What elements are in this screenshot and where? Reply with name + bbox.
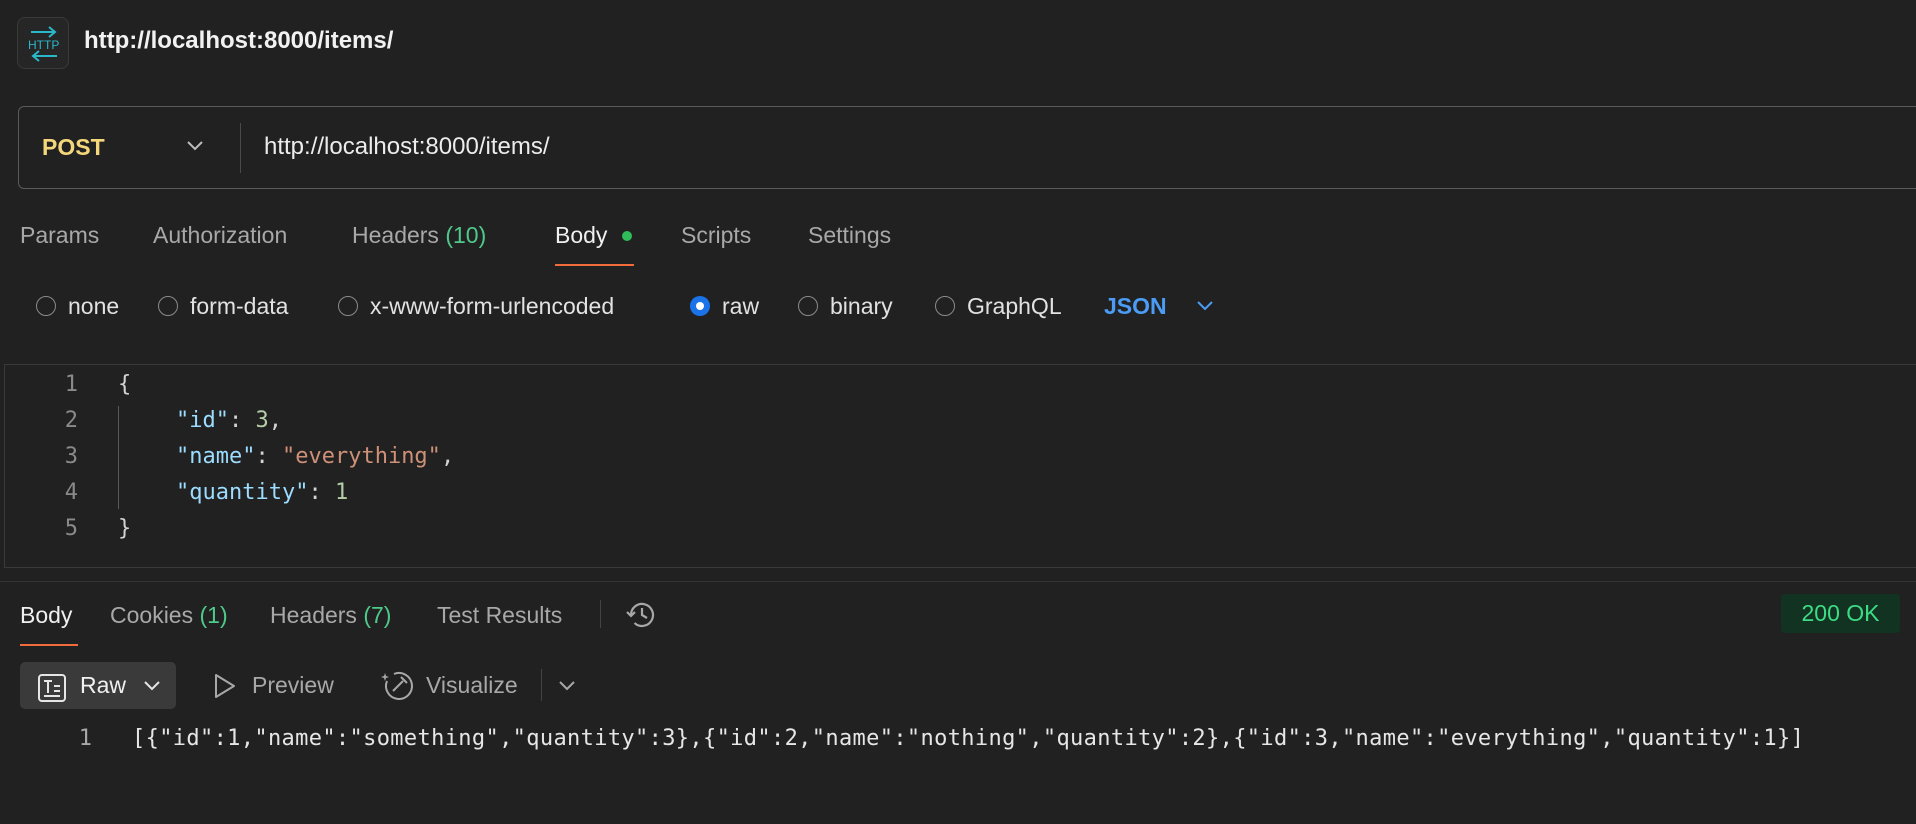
response-tab-cookies-count: (1) <box>199 602 228 628</box>
json-colon: : <box>255 444 282 469</box>
radio-none[interactable]: none <box>36 293 119 323</box>
radio-raw[interactable]: raw <box>690 293 759 323</box>
history-icon[interactable] <box>625 598 659 637</box>
chevron-down-icon[interactable] <box>558 679 576 697</box>
http-icon: HTTP <box>17 17 69 69</box>
code-line-5: } <box>118 516 132 541</box>
radio-button[interactable] <box>935 295 955 316</box>
chevron-down-icon[interactable] <box>143 679 161 697</box>
active-tab-indicator <box>555 264 634 266</box>
body-format-select[interactable]: JSON <box>1104 293 1167 320</box>
line-number: 1 <box>64 372 78 397</box>
url-divider <box>240 123 241 173</box>
visualize-icon[interactable] <box>381 669 415 708</box>
svg-text:HTTP: HTTP <box>28 38 59 52</box>
json-colon: : <box>308 480 335 505</box>
code-line-4: "quantity": 1 <box>176 475 348 511</box>
json-number: 3 <box>255 408 269 433</box>
code-line-1: { <box>118 372 132 397</box>
tab-headers[interactable]: Headers (10) <box>352 222 486 249</box>
preview-button[interactable]: Preview <box>252 672 334 699</box>
response-tab-body[interactable]: Body <box>20 602 72 629</box>
response-tab-cookies[interactable]: Cookies (1) <box>110 602 228 629</box>
line-number: 2 <box>64 408 78 433</box>
radio-button[interactable] <box>798 295 818 316</box>
tab-settings[interactable]: Settings <box>808 222 891 249</box>
line-number: 4 <box>64 480 78 505</box>
view-mode-raw-label: Raw <box>80 672 127 698</box>
line-number: 1 <box>78 726 92 751</box>
status-badge[interactable]: 200 OK <box>1781 594 1900 633</box>
radio-button[interactable] <box>338 295 358 316</box>
radio-button-selected[interactable] <box>690 295 710 316</box>
json-comma: , <box>440 444 455 469</box>
url-input[interactable] <box>264 130 1864 164</box>
tab-headers-count: (10) <box>445 222 487 248</box>
response-body-text[interactable]: [{"id":1,"name":"something","quantity":3… <box>132 726 1804 751</box>
tab-params[interactable]: Params <box>20 222 99 249</box>
section-divider[interactable] <box>0 581 1916 582</box>
play-icon[interactable] <box>212 672 238 705</box>
tab-body[interactable]: Body <box>555 222 607 249</box>
chevron-down-icon[interactable] <box>186 139 204 157</box>
code-line-3: "name": "everything", <box>176 439 454 475</box>
response-tab-test-results[interactable]: Test Results <box>437 602 562 629</box>
text-format-icon <box>37 673 67 708</box>
active-tab-indicator <box>20 644 78 646</box>
tab-scripts[interactable]: Scripts <box>681 222 751 249</box>
json-number: 1 <box>334 480 349 505</box>
json-key: "id" <box>176 408 229 433</box>
response-tab-headers-count: (7) <box>363 602 392 628</box>
indent-guide <box>118 406 119 509</box>
radio-label: GraphQL <box>967 293 1062 319</box>
page-title: http://localhost:8000/items/ <box>84 27 394 54</box>
json-key: "quantity" <box>176 480 309 505</box>
radio-graphql[interactable]: GraphQL <box>935 293 1062 323</box>
radio-urlencoded[interactable]: x-www-form-urlencoded <box>338 293 614 323</box>
radio-binary[interactable]: binary <box>798 293 893 323</box>
response-tab-cookies-label: Cookies <box>110 602 194 628</box>
response-tab-headers[interactable]: Headers (7) <box>270 602 391 629</box>
radio-label: form-data <box>190 293 289 319</box>
visualize-button[interactable]: Visualize <box>426 672 518 699</box>
radio-label: none <box>68 293 120 319</box>
radio-label: raw <box>722 293 760 319</box>
json-string: "everything" <box>281 444 441 469</box>
radio-button[interactable] <box>158 295 178 316</box>
json-colon: : <box>228 408 256 433</box>
response-tab-headers-label: Headers <box>270 602 357 628</box>
radio-label: binary <box>830 293 893 319</box>
radio-button[interactable] <box>36 295 56 316</box>
line-number: 5 <box>64 516 78 541</box>
chevron-down-icon[interactable] <box>1196 299 1214 317</box>
json-comma: , <box>268 408 282 433</box>
line-number: 3 <box>64 444 78 469</box>
body-modified-dot <box>622 231 632 241</box>
toolbar-divider <box>600 600 601 628</box>
method-select[interactable]: POST <box>42 134 105 161</box>
tab-headers-label: Headers <box>352 222 439 248</box>
json-key: "name" <box>176 444 256 469</box>
tab-authorization[interactable]: Authorization <box>153 222 287 249</box>
radio-label: x-www-form-urlencoded <box>370 293 615 319</box>
code-line-2: "id": 3, <box>176 403 282 439</box>
toolbar-divider <box>541 669 542 701</box>
radio-form-data[interactable]: form-data <box>158 293 288 323</box>
